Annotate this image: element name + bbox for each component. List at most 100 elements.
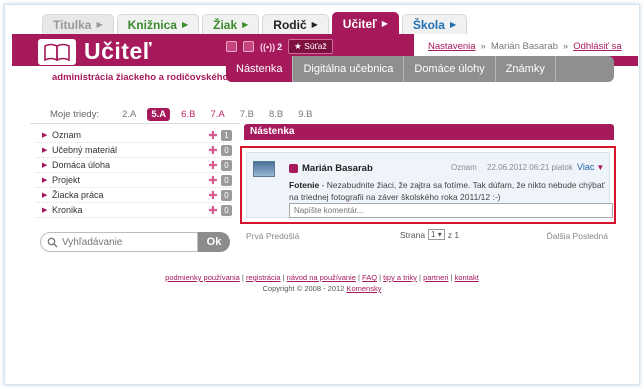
left-menu: ▶ Oznam ✚ 1 ▶ Učebný materiál ✚ 0 ▶ Domá… xyxy=(36,128,232,218)
menu-item-label: Oznam xyxy=(52,130,82,140)
comment-input[interactable] xyxy=(289,203,613,218)
footer-link-faq[interactable]: FAQ xyxy=(362,273,377,282)
pager-next-last[interactable]: Ďalšia Posledná xyxy=(547,231,608,241)
tab-ucitel[interactable]: Učiteľ ▶ xyxy=(331,12,399,34)
separator: » xyxy=(480,41,486,52)
copyright-text: Copyright © 2008 - 2012 xyxy=(262,284,347,293)
user-icon[interactable] xyxy=(243,41,254,52)
class-selector: Moje triedy: 2.A 5.A 6.B 7.A 7.B 8.B 9.B xyxy=(50,108,317,121)
trophy-icon: ★ xyxy=(294,41,302,51)
footer-link-tipy[interactable]: tipy a triky xyxy=(383,273,417,282)
menu-item-oznam[interactable]: ▶ Oznam ✚ 1 xyxy=(36,128,232,143)
class-7b[interactable]: 7.B xyxy=(236,108,258,121)
triangle-right-icon: ▶ xyxy=(42,207,48,214)
tab-label: Škola xyxy=(412,17,445,32)
nav-nastenka[interactable]: Nástenka xyxy=(226,56,294,82)
triangle-right-icon: ▶ xyxy=(42,177,48,184)
separator: » xyxy=(562,41,569,52)
post-body: - Nezabudnite žiaci, že zajtra sa fotíme… xyxy=(289,180,605,202)
pager-total: z 1 xyxy=(447,229,460,240)
menu-item-ucebny-material[interactable]: ▶ Učebný materiál ✚ 0 xyxy=(36,143,232,158)
add-icon[interactable]: ✚ xyxy=(207,129,219,142)
copyright: Copyright © 2008 - 2012 Komensky xyxy=(0,283,644,294)
notification-counter[interactable]: ((•)) 2 xyxy=(260,42,282,52)
arrow-right-icon: ▶ xyxy=(242,19,249,29)
tab-titulka[interactable]: Titulka ▶ xyxy=(42,14,114,34)
board-post: Marián Basarab Oznam 22.06.2012 06:21 pi… xyxy=(246,152,613,218)
main-nav: Nástenka Digitálna učebnica Domáce úlohy… xyxy=(226,56,614,82)
search-icon xyxy=(47,237,58,247)
add-icon[interactable]: ✚ xyxy=(207,204,219,217)
add-icon[interactable]: ✚ xyxy=(207,174,219,187)
menu-item-label: Domáca úloha xyxy=(52,160,111,170)
pager-page-label: Strana xyxy=(400,229,426,240)
search-ok-button[interactable]: Ok xyxy=(198,232,230,252)
search-input[interactable] xyxy=(62,236,182,248)
menu-item-count: 1 xyxy=(221,129,232,141)
user-name: Marián Basarab xyxy=(490,41,558,52)
footer-link-partneri[interactable]: partneri xyxy=(423,273,448,282)
class-6b[interactable]: 6.B xyxy=(177,108,199,121)
nav-domace-ulohy[interactable]: Domáce úlohy xyxy=(404,56,496,82)
user-bar: Nastavenia » Marián Basarab » Odhlásiť s… xyxy=(428,41,622,52)
add-icon[interactable]: ✚ xyxy=(207,144,219,157)
sutaz-button[interactable]: ★ Súťaž xyxy=(288,39,333,54)
add-icon[interactable]: ✚ xyxy=(207,159,219,172)
tab-rodic[interactable]: Rodič ▶ xyxy=(262,14,329,34)
header-icons: ((•)) 2 ★ Súťaž xyxy=(226,39,333,54)
tab-skola[interactable]: Škola ▶ xyxy=(401,14,468,34)
class-8b[interactable]: 8.B xyxy=(265,108,287,121)
signal-icon: ((•)) xyxy=(260,41,276,52)
footer-link-navod[interactable]: návod na používanie xyxy=(287,273,356,282)
tab-label: Knižnica xyxy=(127,17,177,32)
top-tabs: Titulka ▶ Knižnica ▶ Žiak ▶ Rodič ▶ Učiteľ ▶ … xyxy=(42,12,468,34)
tab-label: Učiteľ xyxy=(342,16,377,31)
nav-znamky[interactable]: Známky xyxy=(496,56,556,82)
menu-item-ziacka-praca[interactable]: ▶ Žiacka práca ✚ 0 xyxy=(36,188,232,203)
menu-item-count: 0 xyxy=(221,174,232,186)
message-icon[interactable] xyxy=(226,41,237,52)
page-select[interactable]: 1 ▾ xyxy=(428,229,445,240)
chevron-down-icon: ▼ xyxy=(596,162,605,172)
footer-link-podmienky[interactable]: podmienky používania xyxy=(165,273,240,282)
footer-link-kontakt[interactable]: kontakt xyxy=(455,273,479,282)
book-icon xyxy=(38,38,76,65)
arrow-right-icon: ▶ xyxy=(311,19,318,29)
board-post-highlight: Marián Basarab Oznam 22.06.2012 06:21 pi… xyxy=(240,146,616,224)
post-more-button[interactable]: Viac ▼ xyxy=(577,162,604,172)
nav-digitalna-ucebnica[interactable]: Digitálna učebnica xyxy=(293,56,405,82)
logout-link[interactable]: Odhlásiť sa xyxy=(573,41,621,52)
tab-label: Rodič xyxy=(273,17,307,32)
tab-ziak[interactable]: Žiak ▶ xyxy=(202,14,260,34)
notification-count: 2 xyxy=(277,41,283,52)
class-2a[interactable]: 2.A xyxy=(118,108,140,121)
pager-first-prev[interactable]: Prvá Predošlá xyxy=(246,231,299,241)
add-icon[interactable]: ✚ xyxy=(207,189,219,202)
page-select-value: 1 xyxy=(431,230,436,239)
menu-item-count: 0 xyxy=(221,144,232,156)
tab-kniznica[interactable]: Knižnica ▶ xyxy=(116,14,200,34)
avatar xyxy=(253,161,275,177)
menu-item-label: Učebný materiál xyxy=(52,145,118,155)
post-author[interactable]: Marián Basarab xyxy=(289,163,373,174)
chevron-down-icon: ▾ xyxy=(437,230,442,239)
footer-link-registracia[interactable]: registrácia xyxy=(246,273,281,282)
board-title: Nástenka xyxy=(244,124,614,140)
copyright-link[interactable]: Komensky xyxy=(346,284,381,293)
settings-link[interactable]: Nastavenia xyxy=(428,41,476,52)
menu-item-count: 0 xyxy=(221,204,232,216)
logo[interactable]: Učiteľ xyxy=(38,38,152,65)
class-9b[interactable]: 9.B xyxy=(294,108,316,121)
triangle-right-icon: ▶ xyxy=(42,132,48,139)
post-type: Oznam xyxy=(451,163,477,172)
menu-item-kronika[interactable]: ▶ Kronika ✚ 0 xyxy=(36,203,232,218)
search-box xyxy=(40,232,198,252)
class-7a[interactable]: 7.A xyxy=(206,108,228,121)
menu-item-domaca-uloha[interactable]: ▶ Domáca úloha ✚ 0 xyxy=(36,158,232,173)
tab-label: Žiak xyxy=(213,17,238,32)
user-badge-icon xyxy=(289,164,298,173)
menu-item-label: Žiacka práca xyxy=(52,190,104,200)
class-5a[interactable]: 5.A xyxy=(147,108,171,121)
triangle-right-icon: ▶ xyxy=(42,147,48,154)
menu-item-projekt[interactable]: ▶ Projekt ✚ 0 xyxy=(36,173,232,188)
